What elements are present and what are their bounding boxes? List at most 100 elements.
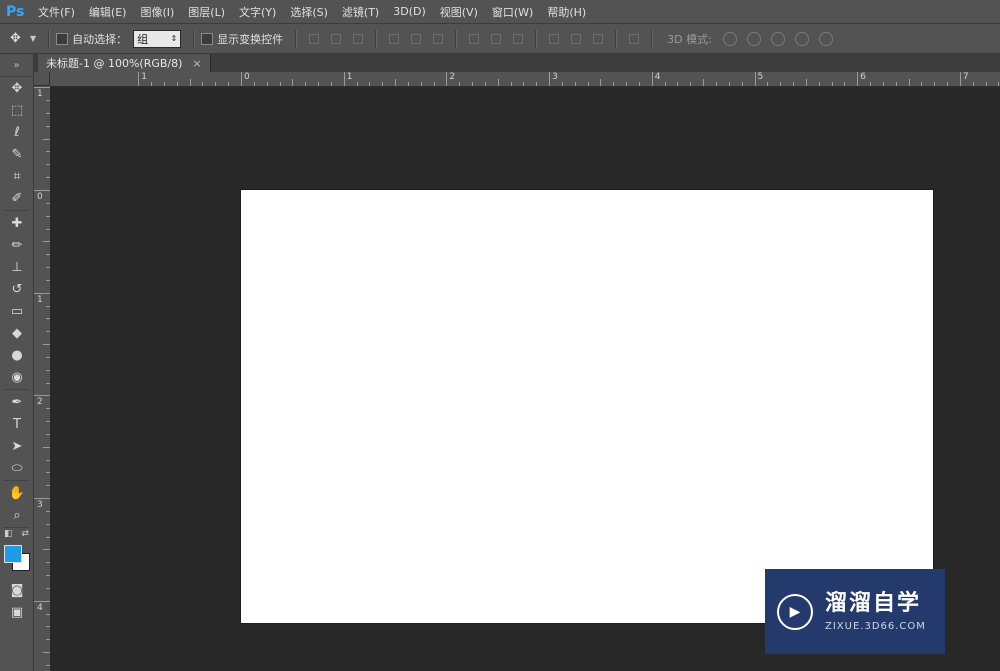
distribute-right-icon[interactable] [591,32,605,46]
menu-help[interactable]: 帮助(H) [547,4,586,20]
menu-file[interactable]: 文件(F) [38,4,75,20]
distribute-vcenter-icon[interactable] [489,32,503,46]
align-hcenter-icon[interactable] [409,32,423,46]
slide-3d-icon[interactable] [794,31,809,46]
horizontal-ruler[interactable]: 1 0 1 2 3 4 5 6 7 [50,72,1000,87]
camera-3d-icon[interactable] [818,31,833,46]
stamp-tool-icon[interactable]: ⊥ [0,256,34,278]
ruler-minor-tick [921,82,923,86]
move-tool-icon[interactable]: ✥ [0,77,34,99]
ruler-minor-tick [728,82,730,86]
ruler-label: 0 [244,72,250,82]
ruler-minor-tick [382,82,384,86]
ruler-label: 0 [37,192,43,202]
healing-brush-tool-icon[interactable]: ✚ [0,212,34,234]
eraser-tool-icon[interactable]: ▭ [0,300,34,322]
ruler-minor-tick [189,79,191,86]
auto-align-icon[interactable] [627,32,641,46]
ellipse-tool-icon[interactable]: ⬭ [0,457,34,479]
ruler-label: 6 [860,72,866,82]
brush-tool-icon[interactable]: ✏ [0,234,34,256]
ruler-label: 1 [141,72,148,82]
ruler-label: 1 [37,89,43,100]
align-bottom-icon[interactable] [351,32,365,46]
marquee-tool-icon[interactable]: ⬚ [0,99,34,121]
ruler-minor-tick [972,82,974,86]
ruler-tick [343,72,345,86]
screen-mode-icon[interactable]: ▣ [0,601,34,623]
path-select-tool-icon[interactable]: ➤ [0,435,34,457]
tool-list: ✥ ⬚ ℓ ✎ ⌗ ✐ ✚ ✏ ⊥ ↺ ▭ ◆ ● ◉ ✒ T ➤ ⬭ ✋ ⌕ [0,77,33,526]
ruler-label: 5 [757,72,764,82]
divider [615,29,618,48]
eyedropper-tool-icon[interactable]: ✐ [0,187,34,209]
lasso-tool-icon[interactable]: ℓ [0,121,34,143]
drag-3d-icon[interactable] [770,31,785,46]
menu-filter[interactable]: 滤镜(T) [342,4,379,20]
roll-3d-icon[interactable] [746,31,761,46]
crop-tool-icon[interactable]: ⌗ [0,165,34,187]
chevron-down-icon[interactable]: ▼ [30,34,36,43]
ruler-minor-tick [844,82,846,86]
ruler-minor-tick [600,79,602,86]
ruler-tick [241,72,242,86]
ruler-tick [34,190,50,191]
menu-view[interactable]: 视图(V) [440,4,478,20]
vertical-ruler[interactable]: 1 0 1 2 3 4 [34,86,51,671]
panel-collapse-icon[interactable]: » [0,54,33,77]
orbit-3d-icon[interactable] [722,31,737,46]
swap-colors-icon[interactable]: ⇄ [21,529,29,541]
pen-tool-icon[interactable]: ✒ [0,391,34,413]
align-right-icon[interactable] [431,32,445,46]
ruler-tick [34,292,50,294]
move-tool-preset-icon[interactable]: ✥ [10,31,30,46]
divider [193,29,196,48]
ruler-minor-tick [998,82,1000,86]
show-transform-checkbox[interactable] [201,32,214,45]
align-vcenter-icon[interactable] [329,32,343,46]
auto-select-dropdown[interactable]: 组 ⇕ [133,29,182,48]
ruler-minor-tick [330,82,332,86]
align-top-icon[interactable] [307,32,321,46]
document-tab[interactable]: 未标题-1 @ 100%(RGB/8) × [38,54,211,72]
menu-window[interactable]: 窗口(W) [492,4,533,20]
ruler-minor-tick [510,82,512,86]
menu-image[interactable]: 图像(I) [140,4,174,20]
distribute-top-icon[interactable] [467,32,481,46]
document-tab-title: 未标题-1 @ 100%(RGB/8) [46,57,183,70]
foreground-color-swatch[interactable] [4,545,22,563]
align-left-icon[interactable] [387,32,401,46]
ruler-corner[interactable] [34,72,50,86]
ruler-minor-tick [985,82,987,86]
distribute-bottom-icon[interactable] [511,32,525,46]
quick-select-tool-icon[interactable]: ✎ [0,143,34,165]
document-canvas[interactable] [241,190,933,623]
menu-3d[interactable]: 3D(D) [393,5,426,18]
sponge-tool-icon[interactable]: ◉ [0,366,34,388]
ruler-minor-tick [202,82,204,86]
distribute-left-icon[interactable] [547,32,561,46]
ruler-minor-tick [677,82,679,86]
zoom-tool-icon[interactable]: ⌕ [0,504,34,526]
distribute-hcenter-icon[interactable] [569,32,583,46]
close-icon[interactable]: × [192,57,201,70]
show-transform-label: 显示变换控件 [217,32,284,46]
dodge-tool-icon[interactable]: ● [0,344,34,366]
menu-select[interactable]: 选择(S) [290,4,328,20]
auto-select-checkbox[interactable] [56,32,69,45]
ruler-minor-tick [420,82,422,86]
ruler-tick [754,72,756,86]
menu-type[interactable]: 文字(Y) [239,4,276,20]
default-colors-icon[interactable]: ◧ [4,529,13,541]
paint-bucket-tool-icon[interactable]: ◆ [0,322,34,344]
quick-mask-icon[interactable]: ◙ [0,579,34,601]
menu-edit[interactable]: 编辑(E) [89,4,127,20]
divider [295,29,298,48]
menu-layer[interactable]: 图层(L) [188,4,225,20]
hand-tool-icon[interactable]: ✋ [0,482,34,504]
divider [455,29,458,48]
type-tool-icon[interactable]: T [0,413,34,435]
ruler-minor-tick [805,79,807,86]
menu-bar: Ps 文件(F) 编辑(E) 图像(I) 图层(L) 文字(Y) 选择(S) 滤… [0,0,1000,24]
history-brush-tool-icon[interactable]: ↺ [0,278,34,300]
